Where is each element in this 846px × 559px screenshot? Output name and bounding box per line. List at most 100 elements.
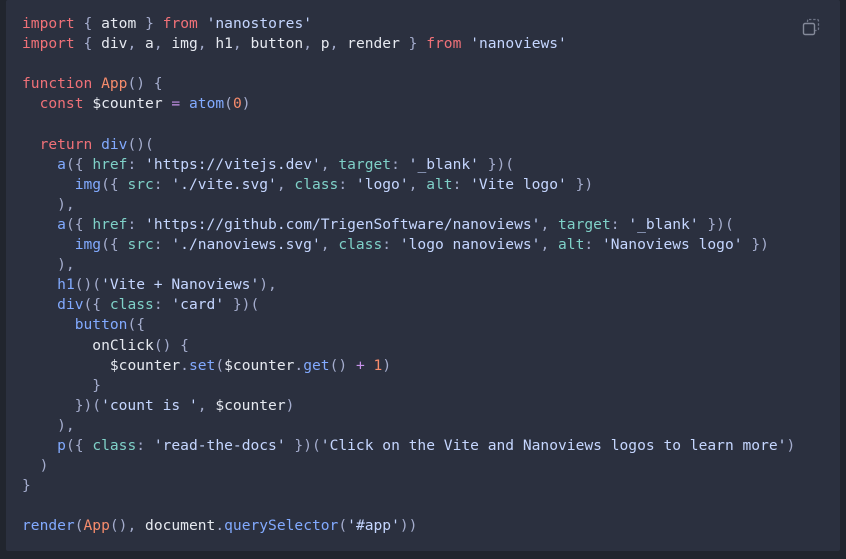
code-token: 'nanoviews' [470, 35, 567, 53]
code-content[interactable]: import { atom } from 'nanostores' import… [22, 14, 824, 536]
code-line: img({ src: './nanoviews.svg', class: 'lo… [22, 235, 824, 255]
code-token: src [127, 236, 154, 254]
copy-icon[interactable] [800, 16, 822, 38]
code-line: h1()('Vite + Nanoviews'), [22, 275, 824, 295]
code-token: class [294, 175, 339, 193]
code-line: render(App(), document.querySelector('#a… [22, 516, 824, 536]
code-token: div [57, 296, 84, 314]
code-line: div({ class: 'card' })( [22, 295, 824, 315]
code-token: img [171, 35, 198, 53]
code-line: ), [22, 255, 824, 275]
code-token: target [558, 215, 611, 233]
code-token: { [74, 35, 102, 53]
code-token: : [382, 236, 400, 254]
code-token: 'count is ' [101, 396, 198, 414]
code-token: ({ [83, 296, 110, 314]
code-token: h1 [57, 276, 75, 294]
code-token: button [74, 316, 128, 334]
code-line: ), [22, 195, 824, 215]
code-token: } [399, 35, 427, 53]
code-token: 'read-the-docs' [153, 436, 286, 454]
code-token: + [355, 356, 365, 374]
code-token: src [127, 175, 154, 193]
code-token: 'Click on the Vite and Nanoviews logos t… [320, 436, 787, 454]
code-token: ) [285, 396, 295, 414]
code-line: return div()( [22, 135, 824, 155]
code-token: render [22, 517, 75, 535]
code-token: onClick [92, 336, 154, 354]
code-token: ( [338, 517, 348, 535]
code-line: ) [22, 456, 824, 476]
code-token: , [329, 35, 348, 53]
code-line: import { div, a, img, h1, button, p, ren… [22, 34, 824, 54]
copy-icon-glyph [802, 18, 820, 36]
code-token: a [57, 155, 66, 173]
code-token: : [452, 175, 471, 193]
code-token: , [540, 236, 559, 254]
code-line: a({ href: 'https://github.com/TrigenSoft… [22, 215, 824, 235]
code-token: })( [478, 155, 515, 173]
code-token: , [320, 236, 339, 254]
code-token: 'nanostores' [206, 15, 313, 32]
code-token: '#app' [347, 517, 400, 535]
code-token: } [22, 477, 31, 495]
code-token: a [57, 215, 66, 233]
code-token: : [584, 236, 602, 254]
code-token: ({ [65, 155, 93, 173]
code-token: , [127, 35, 146, 53]
code-token: () { [153, 336, 189, 354]
code-token: alt [558, 236, 585, 254]
code-token: p [320, 35, 330, 53]
code-token: function [22, 75, 93, 93]
code-block: import { atom } from 'nanostores' import… [0, 0, 846, 559]
code-token: { [83, 15, 93, 32]
code-token: . [294, 356, 304, 374]
code-line: button({ [22, 315, 824, 335]
code-token: , [197, 35, 216, 53]
code-token: alt [426, 175, 453, 193]
code-token: ), [22, 416, 75, 434]
code-token: class [109, 296, 154, 314]
code-token: }) [566, 175, 594, 193]
code-token: : [136, 436, 154, 454]
code-token: ({ [101, 236, 128, 254]
code-token: })( [224, 296, 260, 314]
code-line: a({ href: 'https://vitejs.dev', target: … [22, 155, 824, 175]
code-token: 1 [373, 356, 383, 374]
code-token: })( [22, 396, 102, 414]
code-surface: import { atom } from 'nanostores' import… [6, 0, 840, 551]
code-token: querySelector [224, 517, 339, 535]
code-line: ), [22, 416, 824, 436]
code-token: href [92, 155, 128, 173]
code-token: , [408, 175, 427, 193]
code-line: $counter.set($counter.get() + 1) [22, 356, 824, 376]
code-token: class [92, 436, 137, 454]
code-token: . [180, 356, 189, 374]
code-token: )) [399, 517, 418, 535]
code-token: return [39, 135, 93, 153]
code-token: ) [22, 457, 49, 475]
code-token: 'Nanoviews logo' [601, 236, 743, 254]
code-token: (), [109, 517, 146, 535]
code-token: './nanoviews.svg' [171, 236, 321, 254]
code-token: atom [189, 95, 225, 113]
